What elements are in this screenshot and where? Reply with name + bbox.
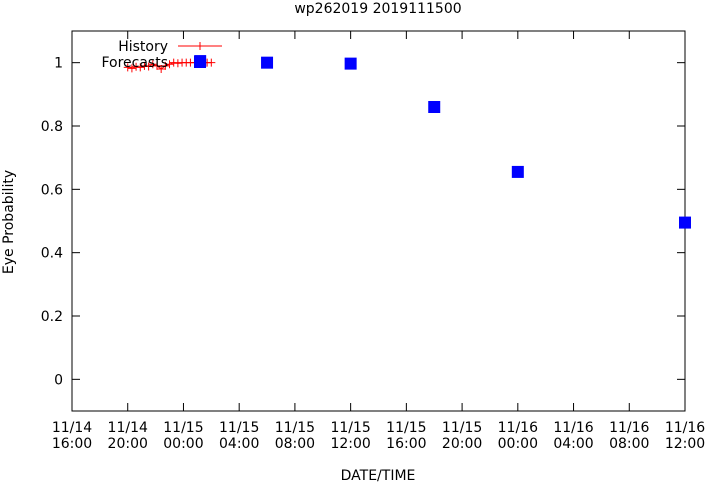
y-axis: 0 0.2 0.4 0.6 0.8 1 [41,56,685,388]
legend-label: Forecasts [101,55,168,71]
series-layer [123,55,691,229]
x-tick-label-date: 11/15 [330,420,370,436]
x-tick-label-date: 11/16 [553,420,593,436]
x-tick-label-time: 20:00 [108,436,148,452]
x-tick-label-time: 00:00 [498,436,538,452]
legend-label: History [118,39,168,55]
y-axis-label: Eye Probability [1,170,17,274]
y-tick-label: 0.4 [41,246,63,262]
x-tick-label-time: 00:00 [163,436,203,452]
x-tick-label-time: 08:00 [275,436,315,452]
forecast-point [511,165,524,178]
x-axis-label: DATE/TIME [341,468,416,482]
x-tick-label-time: 04:00 [553,436,593,452]
x-tick-label-time: 12:00 [330,436,370,452]
history-point [173,59,182,68]
history-point [207,58,216,67]
x-tick-label-date: 11/16 [498,420,538,436]
y-tick-label: 1 [54,56,63,72]
x-tick-label-date: 11/15 [219,420,259,436]
x-tick-label-date: 11/14 [52,420,92,436]
x-tick-label-date: 11/14 [108,420,148,436]
x-tick-label-date: 11/15 [442,420,482,436]
legend-plus-marker [196,42,204,50]
chart-title: wp262019 2019111500 [294,1,461,17]
y-tick-label: 0.8 [41,119,63,135]
x-tick-label-time: 12:00 [665,436,705,452]
y-tick-label: 0.2 [41,309,63,325]
x-tick-label-date: 11/16 [609,420,649,436]
x-tick-label-date: 11/15 [163,420,203,436]
forecast-point [679,216,691,229]
x-tick-label-time: 08:00 [609,436,649,452]
x-tick-label-time: 04:00 [219,436,259,452]
x-tick-label-date: 11/16 [665,420,705,436]
legend-square-marker [194,56,206,68]
history-point [169,58,178,67]
x-tick-label-date: 11/15 [275,420,315,436]
x-tick-label-time: 16:00 [52,436,92,452]
eye-probability-chart: wp262019 2019111500 0 0.2 0.4 0.6 0.8 1 11/14… [1,1,705,482]
x-tick-label-time: 16:00 [386,436,426,452]
y-tick-label: 0.6 [41,182,63,198]
forecast-point [428,101,441,113]
y-tick-label: 0 [54,372,63,388]
legend: HistoryForecasts [101,39,222,71]
x-tick-label-time: 20:00 [442,436,482,452]
forecast-point [261,56,274,69]
x-tick-label-date: 11/15 [386,420,426,436]
plot-frame [71,30,686,412]
x-axis: 11/1416:0011/1420:0011/1500:0011/1504:00… [52,31,705,452]
forecast-point [344,57,357,70]
